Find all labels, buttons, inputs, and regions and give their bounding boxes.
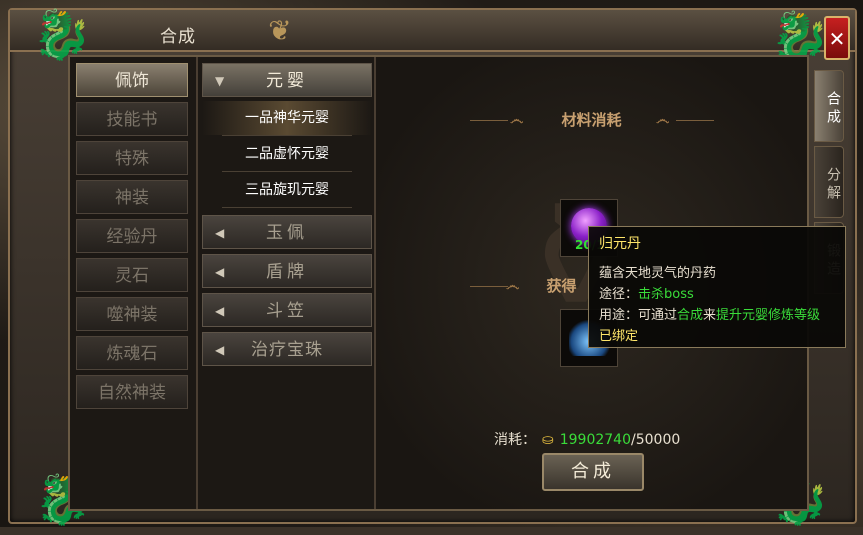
cost-row: 消耗： ⛀ 19902740/50000: [494, 429, 680, 449]
category-header[interactable]: ◀ 治疗宝珠: [202, 332, 372, 366]
scroll-ornament-icon: ෴: [656, 112, 670, 128]
left-menu-item[interactable]: 灵石: [76, 258, 188, 292]
category-header[interactable]: ▼ 元婴: [202, 63, 372, 97]
combine-button[interactable]: 合成: [542, 453, 644, 491]
tooltip-use-link: 合成: [677, 308, 704, 323]
divider: [222, 171, 352, 172]
materials-header: ෴ 材料消耗 ෴: [376, 107, 807, 133]
category-label: 治疗宝珠: [251, 340, 323, 360]
divider: [470, 120, 508, 121]
window-title: 合成: [160, 27, 196, 47]
recipe-item[interactable]: 一品神华元婴: [202, 101, 372, 135]
left-menu: 佩饰 技能书 特殊 神装 经验丹 灵石 噬神装 炼魂石 自然神装: [70, 57, 198, 509]
tooltip-use-label: 用途：可通过: [599, 308, 678, 323]
left-menu-item[interactable]: 神装: [76, 180, 188, 214]
tooltip-source: 途径：击杀boss: [599, 286, 835, 304]
left-menu-item[interactable]: 技能书: [76, 102, 188, 136]
category-label: 斗笠: [266, 301, 308, 321]
left-menu-item[interactable]: 自然神装: [76, 375, 188, 409]
title-ornament-icon: ❦: [268, 14, 292, 47]
category-label: 玉佩: [266, 223, 308, 243]
cost-need: 50000: [635, 432, 681, 448]
left-menu-item[interactable]: 特殊: [76, 141, 188, 175]
item-tooltip: 归元丹 蕴含天地灵气的丹药 途径：击杀boss 用途：可通过合成来提升元婴修炼等…: [588, 226, 846, 348]
recipe-item[interactable]: 三品旋玑元婴: [202, 173, 372, 207]
category-header[interactable]: ◀ 玉佩: [202, 215, 372, 249]
tooltip-source-label: 途径：: [599, 287, 639, 302]
divider: [470, 286, 508, 287]
close-button[interactable]: ✕: [824, 16, 850, 60]
tooltip-bound-status: 已绑定: [599, 329, 639, 344]
cost-label: 消耗：: [494, 432, 536, 448]
divider: [222, 207, 352, 208]
divider: [676, 120, 714, 121]
divider: [222, 135, 352, 136]
tooltip-use-mid: 来: [703, 308, 717, 323]
left-menu-item[interactable]: 噬神装: [76, 297, 188, 331]
materials-title: 材料消耗: [561, 111, 622, 129]
tooltip-usage: 用途：可通过合成来提升元婴修炼等级: [599, 307, 835, 325]
ingot-icon: ⛀: [542, 432, 554, 448]
scroll-ornament-icon: ෴: [510, 112, 524, 128]
tab-decompose[interactable]: 分解: [814, 146, 844, 218]
tab-combine[interactable]: 合成: [814, 70, 844, 142]
tooltip-use-link: 提升元婴修炼等级: [716, 308, 821, 323]
tooltip-item-name: 归元丹: [599, 236, 641, 252]
result-title: 获得: [546, 277, 577, 295]
tooltip-description: 蕴含天地灵气的丹药: [599, 266, 717, 281]
left-menu-item[interactable]: 炼魂石: [76, 336, 188, 370]
scroll-ornament-icon: ෴: [506, 278, 520, 294]
tooltip-source-value: 击杀boss: [638, 287, 694, 302]
category-label: 元婴: [266, 71, 308, 91]
recipe-item[interactable]: 二品虚怀元婴: [202, 137, 372, 171]
cost-have: 19902740: [559, 432, 631, 448]
title-bar[interactable]: 合成 ❦: [10, 10, 855, 52]
left-menu-item[interactable]: 经验丹: [76, 219, 188, 253]
left-menu-item[interactable]: 佩饰: [76, 63, 188, 97]
